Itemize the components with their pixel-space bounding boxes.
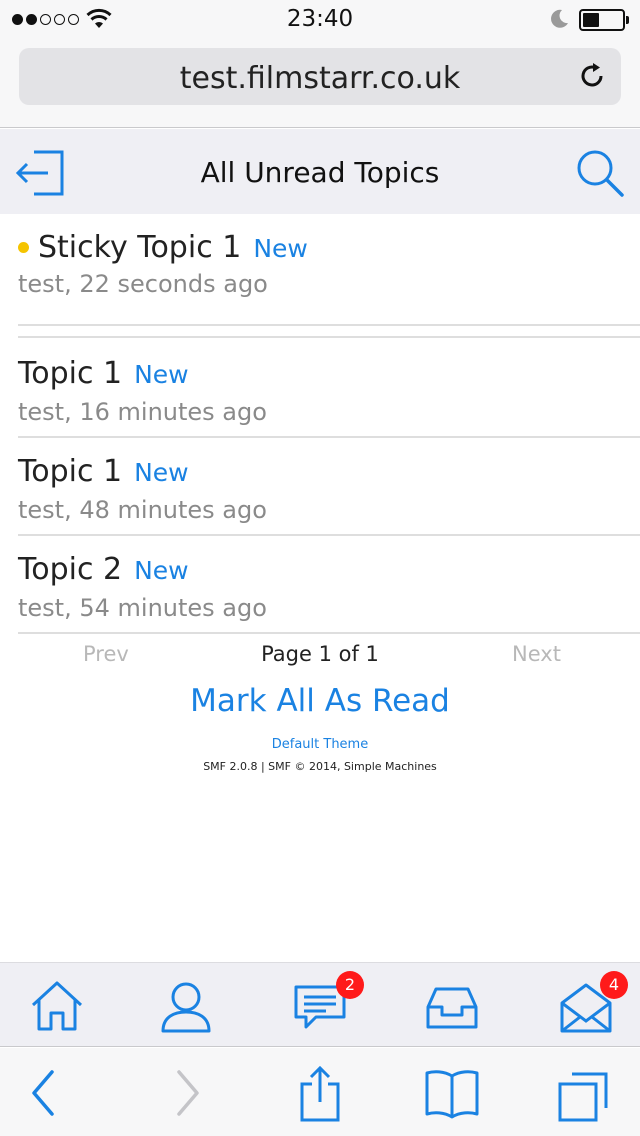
topic-title[interactable]: Topic 1 [18, 454, 122, 489]
theme-link[interactable]: Default Theme [0, 737, 640, 752]
reload-icon[interactable] [577, 61, 607, 91]
topic-row[interactable]: Topic 2 New test, 54 minutes ago [18, 536, 640, 634]
bookmarks-book-icon[interactable] [422, 1066, 482, 1122]
inbox-tray-icon[interactable] [422, 977, 482, 1037]
mail-badge: 4 [600, 971, 628, 999]
mark-all-read-link[interactable]: Mark All As Read [0, 683, 640, 719]
home-icon[interactable] [27, 977, 87, 1037]
browser-toolbar [0, 1048, 640, 1136]
topic-row[interactable]: Topic 1 New test, 48 minutes ago [18, 438, 640, 536]
app-tab-bar: 2 4 [0, 962, 640, 1047]
battery-icon [579, 9, 629, 31]
messages-badge: 2 [336, 971, 364, 999]
status-time: 23:40 [286, 6, 354, 32]
topic-meta: test, 22 seconds ago [18, 270, 268, 298]
forward-chevron-icon [177, 1070, 199, 1116]
topic-list: Sticky Topic 1 New test, 22 seconds ago … [0, 214, 640, 634]
topic-title[interactable]: Sticky Topic 1 [38, 230, 241, 265]
user-icon[interactable] [156, 977, 216, 1037]
mail-tab[interactable]: 4 [556, 971, 628, 1037]
address-bar[interactable]: test.filmstarr.co.uk [19, 48, 621, 105]
copyright-text: SMF 2.0.8 | SMF © 2014, Simple Machines [203, 760, 437, 773]
topic-meta: test, 54 minutes ago [18, 594, 267, 622]
new-badge[interactable]: New [134, 458, 189, 487]
topic-meta: test, 48 minutes ago [18, 496, 267, 524]
app-header: All Unread Topics [0, 129, 640, 214]
topic-meta: test, 16 minutes ago [18, 398, 267, 426]
page-title: All Unread Topics [200, 156, 440, 189]
pagination: Prev Page 1 of 1 Next [0, 642, 640, 672]
topic-row[interactable]: Topic 1 New test, 16 minutes ago [18, 340, 640, 438]
tabs-icon[interactable] [554, 1066, 614, 1122]
topic-row[interactable]: Sticky Topic 1 New test, 22 seconds ago [18, 214, 640, 338]
sticky-dot-icon [18, 242, 29, 253]
back-chevron-icon[interactable] [14, 1066, 74, 1122]
status-bar: 23:40 [0, 0, 640, 40]
new-badge[interactable]: New [134, 360, 189, 389]
messages-tab[interactable]: 2 [290, 971, 364, 1037]
new-badge[interactable]: New [134, 556, 189, 585]
do-not-disturb-moon-icon [551, 9, 568, 28]
next-page-link: Next [512, 642, 561, 666]
share-icon[interactable] [290, 1066, 350, 1122]
topic-title[interactable]: Topic 2 [18, 552, 122, 587]
search-icon[interactable] [574, 147, 626, 199]
url-text[interactable]: test.filmstarr.co.uk [19, 61, 621, 96]
new-badge[interactable]: New [253, 234, 308, 263]
browser-address-area: test.filmstarr.co.uk [0, 40, 640, 128]
topic-title[interactable]: Topic 1 [18, 356, 122, 391]
